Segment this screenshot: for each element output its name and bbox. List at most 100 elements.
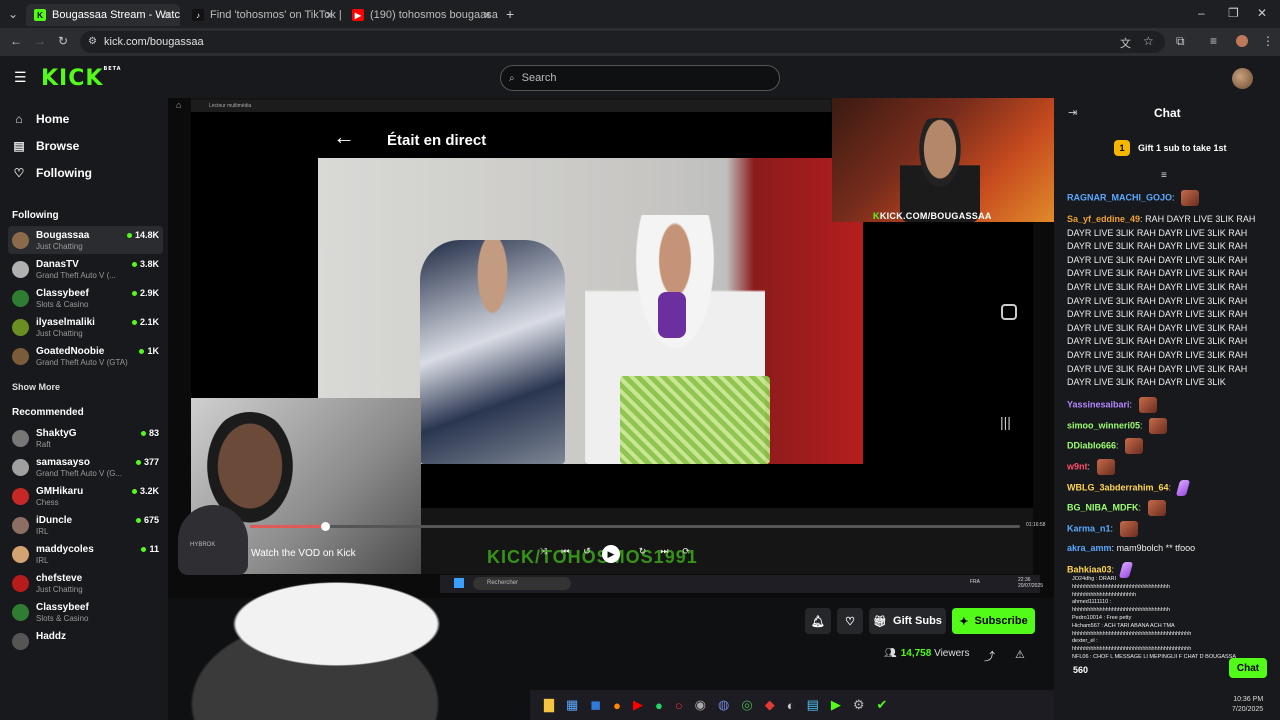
chat-username[interactable]: BG_NIBA_MDFK bbox=[1067, 502, 1139, 512]
channel-item[interactable]: Bougassaa Just Chatting 14.8K bbox=[8, 226, 163, 254]
follow-button[interactable]: ♡ bbox=[837, 608, 863, 634]
overlay-chat-line: ahmed1111110 : bbox=[1072, 599, 1112, 606]
nav-following[interactable]: ♡ Following bbox=[12, 166, 92, 180]
progress-track[interactable] bbox=[250, 525, 1020, 528]
shuffle-icon[interactable]: ⤨ bbox=[540, 546, 547, 562]
chat-username[interactable]: simoo_winneri05 bbox=[1067, 420, 1140, 430]
repeat-icon[interactable]: ⟳ bbox=[682, 546, 690, 562]
store-icon[interactable]: ▦ bbox=[566, 697, 578, 713]
check-icon[interactable]: ✔ bbox=[877, 697, 888, 713]
address-bar[interactable]: ⚙ kick.com/bougassaa bbox=[80, 31, 1165, 53]
new-tab-button[interactable]: + bbox=[506, 6, 514, 22]
steam-icon[interactable]: ◉ bbox=[695, 697, 706, 713]
gift-icon: 🎁︎ bbox=[873, 615, 888, 628]
kick-app-icon[interactable]: ▶ bbox=[831, 697, 841, 713]
tab-tiktok[interactable]: ♪ Find 'tohosmos' on TikTok | Tik ✕ bbox=[184, 4, 342, 26]
phone-recent-icon: ||| bbox=[1000, 414, 1011, 430]
search-placeholder: Search bbox=[521, 72, 557, 84]
play-icon[interactable]: ▶ bbox=[602, 545, 620, 563]
chat-username[interactable]: WBLG_3abderrahim_64 bbox=[1067, 482, 1169, 492]
outlook-icon[interactable]: ◼ bbox=[590, 697, 601, 713]
inner-clock: 22:36 20/07/2025 bbox=[1018, 577, 1043, 589]
channel-item[interactable]: ilyaselmaliki Just Chatting 2.1K bbox=[8, 313, 163, 341]
notepad-icon[interactable]: ▤ bbox=[807, 697, 819, 713]
settings-icon[interactable]: ⚙ bbox=[853, 697, 865, 713]
chat-username[interactable]: akra_amm bbox=[1067, 543, 1112, 553]
tab-kick-stream[interactable]: K Bougassaa Stream - Watch Live ✕ bbox=[26, 4, 180, 26]
minimize-button[interactable]: – bbox=[1198, 6, 1205, 20]
overlay-count: 560 bbox=[1073, 665, 1089, 675]
translate-icon[interactable]: 文 bbox=[1120, 35, 1131, 51]
app-icon[interactable]: ◐ bbox=[787, 698, 795, 713]
close-tab-icon[interactable]: ✕ bbox=[325, 9, 334, 22]
show-more-link[interactable]: Show More bbox=[12, 382, 60, 392]
chrome-icon[interactable]: ◎ bbox=[741, 697, 752, 713]
chat-username[interactable]: DDiablo666 bbox=[1067, 440, 1116, 450]
close-tab-icon[interactable]: ✕ bbox=[163, 9, 172, 22]
youtube-icon[interactable]: ▶ bbox=[633, 697, 643, 713]
reload-icon[interactable]: ↻ bbox=[58, 34, 68, 48]
user-avatar[interactable] bbox=[1232, 68, 1253, 89]
share-icon[interactable]: ⤴ bbox=[984, 648, 995, 664]
channel-item[interactable]: ShaktyG Raft 83 bbox=[8, 424, 163, 452]
channel-item[interactable]: iDuncle IRL 675 bbox=[8, 511, 163, 539]
channel-viewers: 377 bbox=[136, 457, 159, 467]
notification-bell-button[interactable]: 🔔︎ bbox=[805, 608, 831, 634]
progress-fill bbox=[250, 525, 325, 528]
rewind-icon[interactable]: ↺ bbox=[583, 546, 591, 562]
nav-home[interactable]: ⌂ Home bbox=[12, 112, 69, 126]
bell-icon: 🔔︎ bbox=[811, 615, 825, 628]
forward-icon[interactable]: → bbox=[34, 34, 46, 48]
channel-item[interactable]: GoatedNoobie Grand Theft Auto V (GTA) 1K bbox=[8, 342, 163, 370]
site-info-icon[interactable]: ⚙ bbox=[88, 36, 97, 47]
chat-message: w9nt: bbox=[1067, 459, 1267, 475]
previous-icon[interactable]: ⏮ bbox=[561, 546, 569, 562]
channel-item[interactable]: Classybeef Slots & Casino 2.9K bbox=[8, 284, 163, 312]
gift-subs-label: Gift Subs bbox=[893, 615, 942, 627]
shield-icon[interactable]: ◆ bbox=[765, 697, 775, 713]
pinned-message-icon[interactable]: ≡ bbox=[1161, 170, 1167, 181]
tab-youtube[interactable]: ▶ (190) tohosmos bougaasa - Yo ✕ bbox=[344, 4, 500, 26]
channel-avatar bbox=[12, 546, 29, 563]
channel-item[interactable]: samasayso Grand Theft Auto V (G... 377 bbox=[8, 453, 163, 481]
whatsapp-icon[interactable]: ● bbox=[655, 698, 663, 713]
chat-username[interactable]: Sa_yf_eddine_49 bbox=[1067, 214, 1140, 224]
maximize-button[interactable]: ❐ bbox=[1228, 6, 1239, 20]
kick-logo[interactable]: KICKBETA bbox=[41, 66, 122, 91]
discord-icon[interactable]: ◍ bbox=[718, 697, 729, 713]
nav-browse[interactable]: ▤ Browse bbox=[12, 139, 79, 153]
send-chat-button[interactable]: Chat bbox=[1229, 658, 1267, 678]
search-input[interactable]: ⌕ Search bbox=[500, 65, 780, 91]
chat-username[interactable]: RAGNAR_MACHI_GOJO bbox=[1067, 192, 1172, 202]
next-icon[interactable]: ⏭ bbox=[660, 546, 668, 562]
collapse-chat-icon[interactable]: ⇥ bbox=[1068, 106, 1077, 119]
opera-icon[interactable]: ○ bbox=[675, 698, 683, 713]
subscribe-button[interactable]: ✦ Subscribe bbox=[952, 608, 1035, 634]
forward-icon[interactable]: ↻ bbox=[639, 546, 647, 562]
gift-subs-button[interactable]: 🎁︎ Gift Subs bbox=[869, 608, 946, 634]
close-window-button[interactable]: ✕ bbox=[1257, 6, 1267, 20]
firefox-icon[interactable]: ● bbox=[613, 698, 621, 713]
browser-menu-icon[interactable]: ⋮ bbox=[1262, 34, 1274, 48]
phone-home-icon bbox=[1001, 304, 1017, 320]
chat-username[interactable]: Bahkiaa03 bbox=[1067, 564, 1112, 574]
progress-handle[interactable] bbox=[321, 522, 330, 531]
chat-username[interactable]: w9nt bbox=[1067, 461, 1088, 471]
viewer-label: Viewers bbox=[934, 648, 970, 659]
channel-item[interactable]: GMHikaru Chess 3.2K bbox=[8, 482, 163, 510]
bookmark-star-icon[interactable]: ☆ bbox=[1143, 34, 1154, 48]
chat-username[interactable]: Yassinesaibari bbox=[1067, 399, 1130, 409]
profile-icon[interactable] bbox=[1236, 35, 1248, 47]
viewer-count: 👥︎ 14,758 Viewers bbox=[884, 648, 969, 659]
chat-username[interactable]: Karma_n1 bbox=[1067, 523, 1111, 533]
tab-list-icon[interactable]: ⌄ bbox=[8, 7, 18, 21]
report-icon[interactable]: ⚠ bbox=[1015, 648, 1025, 661]
close-tab-icon[interactable]: ✕ bbox=[483, 9, 492, 22]
back-icon[interactable]: ← bbox=[10, 34, 22, 48]
media-control-icon[interactable]: ≡ bbox=[1210, 34, 1217, 48]
hamburger-menu-icon[interactable]: ☰ bbox=[14, 69, 27, 86]
gift-leaderboard-banner[interactable]: 1 Gift 1 sub to take 1st bbox=[1114, 140, 1227, 156]
extensions-icon[interactable]: ⧉ bbox=[1176, 34, 1185, 49]
channel-item[interactable]: DanasTV Grand Theft Auto V (... 3.8K bbox=[8, 255, 163, 283]
file-explorer-icon[interactable]: ▇ bbox=[544, 697, 554, 713]
